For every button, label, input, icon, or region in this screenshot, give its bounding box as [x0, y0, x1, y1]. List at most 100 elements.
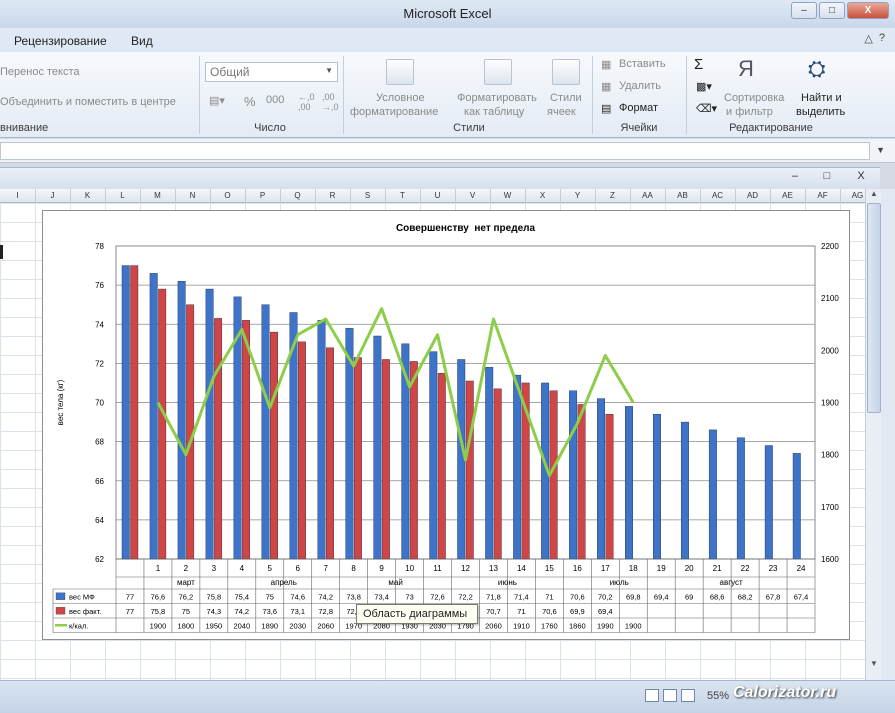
column-header[interactable]: X	[525, 191, 560, 200]
sort-filter-line1[interactable]: Сортировка	[724, 92, 784, 104]
collapse-ribbon-icon[interactable]: △	[864, 32, 872, 45]
bar-ves-mf[interactable]	[373, 335, 382, 560]
bar-ves-fakt[interactable]	[158, 288, 167, 560]
fill-icon[interactable]: ▩▾	[696, 80, 712, 93]
expand-formula-icon[interactable]: ▼	[876, 145, 885, 155]
cond-format-line2[interactable]: форматирование	[350, 106, 438, 118]
find-select-line1[interactable]: Найти и	[801, 92, 842, 104]
bar-ves-mf[interactable]	[708, 429, 717, 560]
bar-ves-mf[interactable]	[317, 320, 326, 560]
insert-cells-button[interactable]: Вставить	[619, 58, 666, 70]
bar-ves-fakt[interactable]	[242, 320, 251, 560]
column-header[interactable]: AA	[630, 191, 665, 200]
column-header[interactable]: T	[385, 191, 420, 200]
thousands-icon[interactable]: 000	[266, 94, 284, 106]
format-table-line1[interactable]: Форматировать	[457, 92, 537, 104]
bar-ves-mf[interactable]	[121, 265, 130, 560]
restore-button[interactable]: □	[819, 2, 845, 19]
merge-center-button[interactable]: Объединить и поместить в центре	[0, 96, 176, 108]
column-header[interactable]: I	[0, 191, 35, 200]
bar-ves-fakt[interactable]	[493, 388, 502, 560]
scroll-thumb[interactable]	[867, 203, 881, 413]
bar-ves-fakt[interactable]	[326, 347, 334, 560]
format-table-line2[interactable]: как таблицу	[464, 106, 524, 118]
column-header[interactable]: J	[35, 191, 70, 200]
scroll-down-icon[interactable]: ▼	[867, 659, 881, 673]
workbook-minimize-button[interactable]: –	[785, 170, 805, 186]
bar-ves-mf[interactable]	[149, 273, 158, 560]
scroll-up-icon[interactable]: ▲	[867, 189, 881, 203]
number-format-select[interactable]: Общий ▼	[205, 62, 338, 82]
column-header[interactable]: AB	[665, 191, 700, 200]
bar-ves-mf[interactable]	[429, 351, 438, 560]
tab-view[interactable]: Вид	[131, 34, 153, 48]
bar-ves-mf[interactable]	[625, 406, 633, 560]
bar-ves-mf[interactable]	[736, 437, 745, 560]
bar-ves-mf[interactable]	[653, 414, 661, 560]
bar-ves-fakt[interactable]	[353, 357, 362, 560]
find-select-line2[interactable]: выделить	[796, 106, 845, 118]
cond-format-line1[interactable]: Условное	[376, 92, 425, 104]
bar-ves-fakt[interactable]	[437, 372, 446, 560]
column-header[interactable]: Y	[560, 191, 595, 200]
column-header[interactable]: M	[140, 191, 175, 200]
bar-ves-mf[interactable]	[569, 390, 578, 560]
bar-ves-mf[interactable]	[597, 398, 605, 560]
bar-ves-fakt[interactable]	[214, 318, 223, 560]
bar-ves-fakt[interactable]	[577, 404, 586, 560]
wrap-text-button[interactable]: Перенос текста	[0, 66, 80, 78]
outer-scrollbar[interactable]	[881, 189, 895, 680]
column-header[interactable]: S	[350, 191, 385, 200]
bar-ves-fakt[interactable]	[381, 359, 390, 560]
column-header[interactable]: AD	[735, 191, 770, 200]
bar-ves-mf[interactable]	[205, 288, 214, 560]
cell-styles-line2[interactable]: ячеек	[547, 106, 576, 118]
column-header[interactable]: P	[245, 191, 280, 200]
column-header[interactable]: AC	[700, 191, 735, 200]
clear-icon[interactable]: ⌫▾	[696, 102, 717, 115]
column-header[interactable]: Q	[280, 191, 315, 200]
bar-ves-fakt[interactable]	[409, 361, 418, 560]
bar-ves-fakt[interactable]	[605, 414, 614, 560]
zoom-level[interactable]: 55%	[707, 690, 729, 702]
close-button[interactable]: X	[847, 2, 889, 19]
vertical-scrollbar[interactable]: ▲ ▼	[865, 189, 881, 680]
column-header[interactable]: AF	[805, 191, 840, 200]
sort-filter-line2[interactable]: и фильтр	[726, 106, 773, 118]
bar-ves-mf[interactable]	[513, 374, 522, 560]
bar-ves-mf[interactable]	[764, 445, 773, 560]
page-layout-icon[interactable]	[663, 689, 677, 702]
bar-ves-mf[interactable]	[792, 453, 801, 560]
column-header[interactable]: V	[455, 191, 490, 200]
workbook-restore-button[interactable]: □	[817, 170, 837, 186]
workbook-close-button[interactable]: X	[851, 170, 871, 186]
column-header[interactable]: O	[210, 191, 245, 200]
delete-cells-button[interactable]: Удалить	[619, 80, 661, 92]
tab-review[interactable]: Рецензирование	[14, 34, 107, 48]
bar-ves-mf[interactable]	[177, 281, 186, 560]
bar-ves-fakt[interactable]	[270, 331, 278, 560]
percent-icon[interactable]: %	[244, 94, 256, 109]
column-header[interactable]: U	[420, 191, 455, 200]
column-header[interactable]: Z	[595, 191, 630, 200]
autosum-icon[interactable]: Σ	[694, 56, 703, 73]
decrease-decimal-icon[interactable]: ,00 →,0	[322, 92, 339, 112]
bar-ves-fakt[interactable]	[465, 380, 474, 560]
column-header[interactable]: K	[70, 191, 105, 200]
bar-ves-mf[interactable]	[485, 367, 494, 560]
bar-ves-fakt[interactable]	[298, 341, 306, 560]
bar-ves-fakt[interactable]	[130, 265, 139, 560]
formula-input[interactable]	[0, 142, 870, 160]
help-icon[interactable]: ?	[879, 32, 885, 45]
column-header[interactable]: R	[315, 191, 350, 200]
bar-ves-mf[interactable]	[261, 304, 270, 560]
cell-styles-line1[interactable]: Стили	[550, 92, 582, 104]
column-header[interactable]: AE	[770, 191, 805, 200]
chart-area[interactable]: Совершенству нет предела 62 64 66 68 70 72 74 76…	[42, 210, 850, 640]
column-header[interactable]: W	[490, 191, 525, 200]
normal-view-icon[interactable]	[645, 689, 659, 702]
page-break-icon[interactable]	[681, 689, 695, 702]
column-header[interactable]: N	[175, 191, 210, 200]
minimize-button[interactable]: –	[791, 2, 817, 19]
bar-ves-mf[interactable]	[680, 421, 689, 560]
